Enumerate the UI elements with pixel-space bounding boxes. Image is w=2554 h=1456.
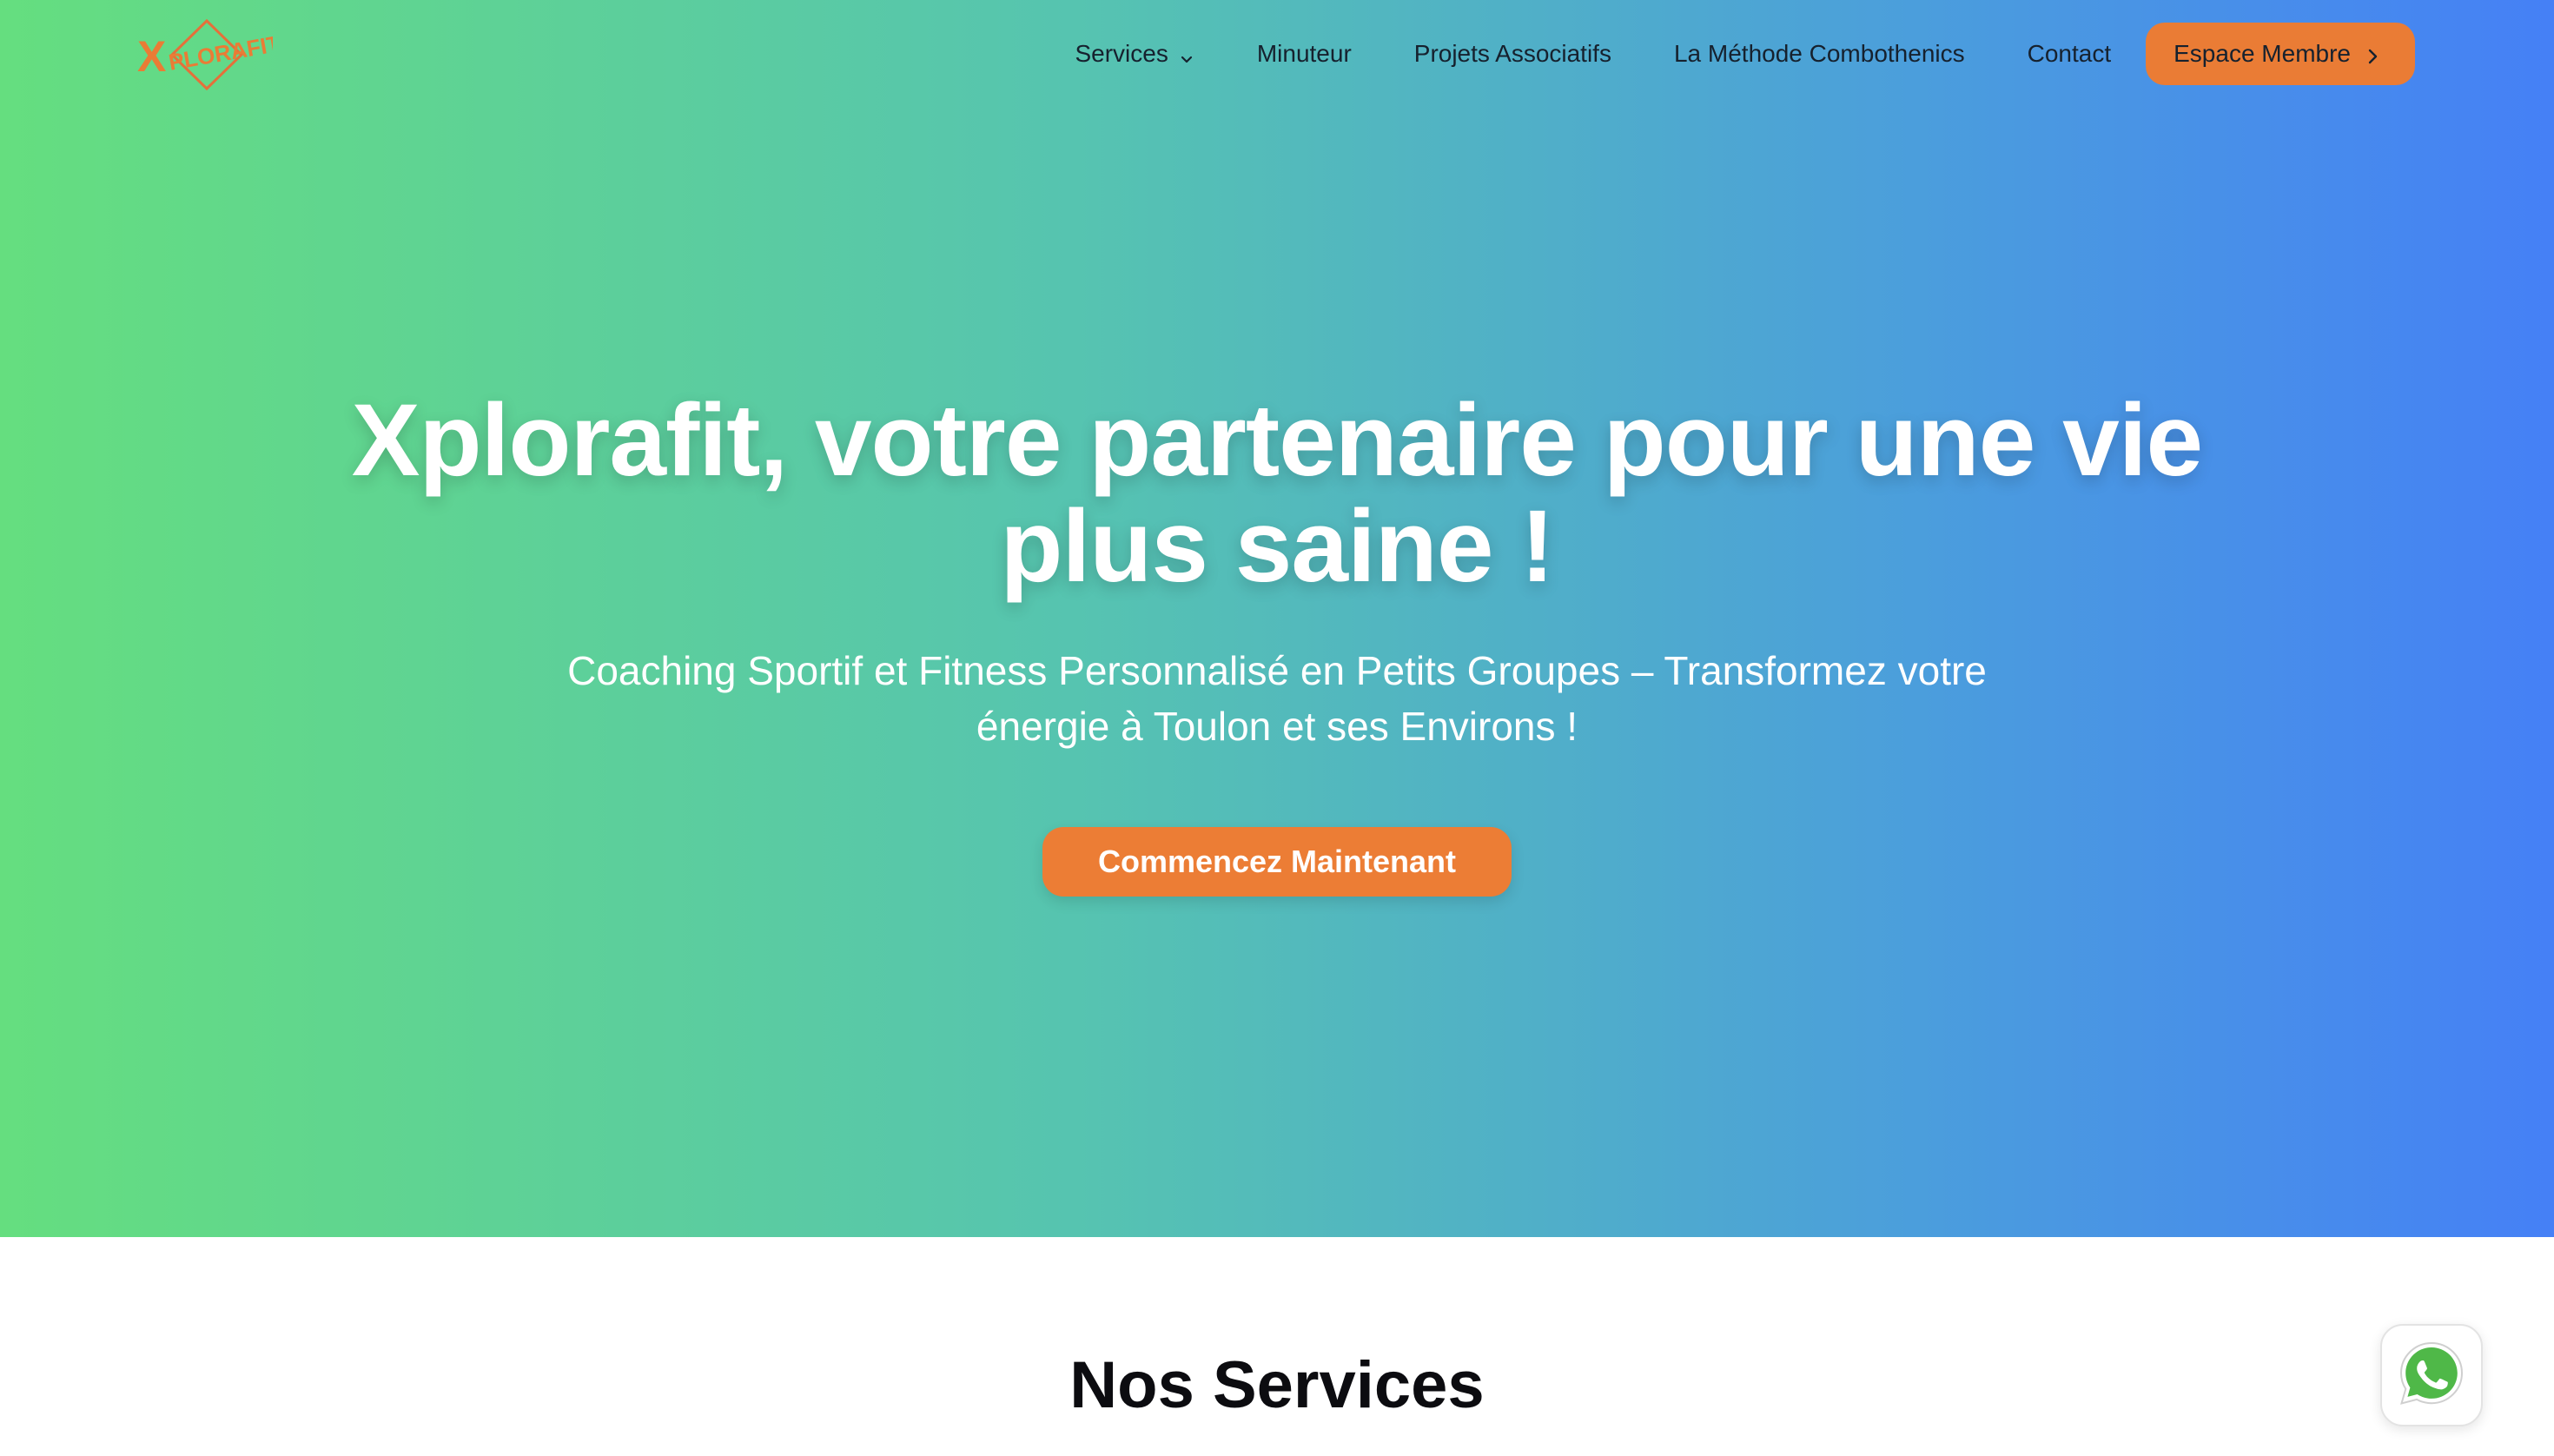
nav-item-contact[interactable]: Contact [2028,40,2112,68]
svg-text:PLORAFIT: PLORAFIT [167,30,273,76]
main-nav: Services Minuteur Projets Associatifs La… [1075,23,2415,85]
nav-item-services-label: Services [1075,40,1168,67]
nav-item-projets-associatifs[interactable]: Projets Associatifs [1414,40,1611,68]
svg-text:X: X [137,32,166,81]
nav-item-methode-combothenics[interactable]: La Méthode Combothenics [1674,40,1965,68]
whatsapp-icon [2396,1338,2467,1413]
nav-item-minuteur-label: Minuteur [1256,40,1352,67]
chevron-right-icon [2365,44,2380,64]
services-section-title: Nos Services [1069,1348,1485,1422]
hero-section: X PLORAFIT Services Minuteur Projets Ass… [0,0,2554,1237]
nav-item-projets-label: Projets Associatifs [1413,40,1611,67]
hero-subtitle: Coaching Sportif et Fitness Personnalisé… [567,648,1987,749]
whatsapp-button[interactable] [2380,1324,2483,1426]
nav-item-contact-label: Contact [2027,40,2112,67]
xplorafit-logo[interactable]: X PLORAFIT [136,17,282,92]
nav-item-methode-label: La Méthode Combothenics [1673,40,1965,67]
chevron-down-icon [1179,46,1194,63]
espace-membre-button[interactable]: Espace Membre [2146,23,2415,85]
nav-item-services[interactable]: Services [1075,40,1194,68]
hero-title: Xplorafit, votre partenaire pour une vie… [351,383,2203,604]
espace-membre-label: Espace Membre [2174,40,2351,67]
nav-item-minuteur[interactable]: Minuteur [1257,40,1352,68]
commencez-maintenant-button[interactable]: Commencez Maintenant [1042,827,1512,897]
